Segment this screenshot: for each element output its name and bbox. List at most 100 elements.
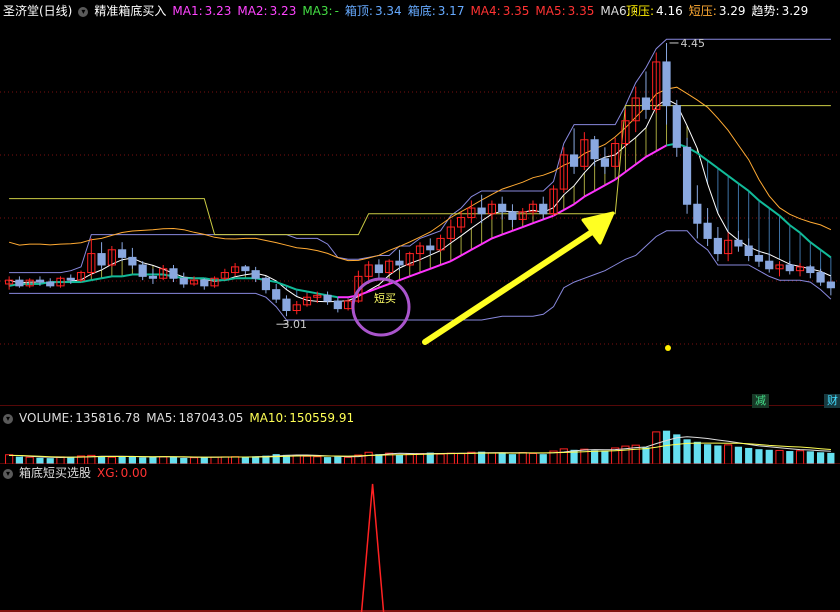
volume-bar[interactable] <box>795 450 805 464</box>
candle-body[interactable] <box>600 158 609 167</box>
wealth-tag[interactable]: 财 <box>824 394 840 408</box>
volume-bar[interactable] <box>662 430 671 464</box>
volume-bar[interactable] <box>775 449 784 464</box>
candle-body[interactable] <box>200 279 209 287</box>
volume-bar[interactable] <box>827 452 835 464</box>
volume-bar[interactable] <box>806 451 814 464</box>
volume-bar[interactable] <box>518 452 527 464</box>
candle-body[interactable] <box>395 260 404 266</box>
volume-bar[interactable] <box>395 454 404 464</box>
volume-bar[interactable] <box>334 456 342 464</box>
volume-bar[interactable] <box>364 451 373 464</box>
volume-bar[interactable] <box>591 450 599 464</box>
candle-body[interactable] <box>703 222 712 239</box>
volume-bar[interactable] <box>539 454 547 464</box>
candle-body[interactable] <box>323 294 332 302</box>
volume-bar[interactable] <box>323 457 332 464</box>
volume-bar[interactable] <box>139 457 147 464</box>
candle-body[interactable] <box>641 97 651 110</box>
candle-body[interactable] <box>826 281 835 289</box>
candle-body[interactable] <box>806 266 815 274</box>
volume-bar[interactable] <box>745 447 753 464</box>
volume-bar[interactable] <box>559 448 568 464</box>
volume-bar[interactable] <box>128 456 136 464</box>
candle-body[interactable] <box>713 237 722 255</box>
volume-bar[interactable] <box>180 457 188 464</box>
volume-bar[interactable] <box>67 457 75 464</box>
volume-bar[interactable] <box>5 454 14 464</box>
candle-body[interactable] <box>569 154 579 167</box>
volume-bar[interactable] <box>415 453 425 464</box>
volume-bar[interactable] <box>436 453 445 464</box>
volume-bar[interactable] <box>302 455 312 464</box>
candle-body[interactable] <box>179 277 188 285</box>
candle-body[interactable] <box>118 249 127 258</box>
volume-bar[interactable] <box>704 444 712 464</box>
volume-menu-icon[interactable]: ▾ <box>3 413 13 424</box>
volume-bar[interactable] <box>601 450 609 464</box>
volume-bar[interactable] <box>241 457 249 464</box>
volume-bar[interactable] <box>765 449 773 464</box>
volume-bar[interactable] <box>231 456 240 464</box>
volume-bar[interactable] <box>344 456 353 464</box>
candle-body[interactable] <box>693 203 702 224</box>
candle-body[interactable] <box>672 105 681 148</box>
volume-bar[interactable] <box>46 458 54 464</box>
volume-bar[interactable] <box>693 441 701 464</box>
candle-body[interactable] <box>590 139 599 160</box>
volume-bar[interactable] <box>724 444 733 464</box>
volume-bar[interactable] <box>159 456 168 464</box>
volume-chart[interactable] <box>0 426 840 464</box>
candle-body[interactable] <box>785 264 794 272</box>
candle-body[interactable] <box>539 203 548 215</box>
volume-bar[interactable] <box>210 456 219 464</box>
candle-body[interactable] <box>754 254 764 262</box>
candle-body[interactable] <box>35 279 45 283</box>
volume-bar[interactable] <box>467 451 476 464</box>
candle-body[interactable] <box>169 268 178 279</box>
volume-bar[interactable] <box>97 456 106 464</box>
candle-body[interactable] <box>251 270 260 279</box>
volume-bar[interactable] <box>25 456 34 464</box>
candle-body[interactable] <box>508 211 517 220</box>
candle-body[interactable] <box>282 298 291 312</box>
volume-bar[interactable] <box>292 454 301 464</box>
volume-bar[interactable] <box>498 453 506 464</box>
volume-bar[interactable] <box>118 456 126 464</box>
volume-bar[interactable] <box>169 456 178 464</box>
volume-bar[interactable] <box>220 456 229 464</box>
volume-bar[interactable] <box>15 456 24 464</box>
candle-body[interactable] <box>148 275 158 279</box>
volume-bar[interactable] <box>107 456 116 464</box>
candle-body[interactable] <box>261 277 271 291</box>
volume-bar[interactable] <box>189 457 199 464</box>
candle-body[interactable] <box>426 245 435 251</box>
volume-bar[interactable] <box>528 453 538 464</box>
candle-body[interactable] <box>816 272 825 283</box>
volume-bar[interactable] <box>734 446 743 464</box>
candle-body[interactable] <box>374 264 384 274</box>
xg-chart[interactable] <box>0 482 840 612</box>
candle-body[interactable] <box>734 239 743 247</box>
candle-body[interactable] <box>138 264 147 277</box>
candle-body[interactable] <box>46 281 55 287</box>
volume-bar[interactable] <box>487 452 496 464</box>
candle-body[interactable] <box>66 277 75 281</box>
volume-bar[interactable] <box>200 457 208 464</box>
volume-bar[interactable] <box>786 451 794 464</box>
xg-menu-icon[interactable]: ▾ <box>3 468 13 479</box>
volume-bar[interactable] <box>816 452 825 464</box>
volume-bar[interactable] <box>405 453 414 464</box>
volume-bar[interactable] <box>313 456 322 464</box>
volume-bar[interactable] <box>149 457 157 464</box>
candle-body[interactable] <box>333 300 342 310</box>
candle-body[interactable] <box>128 256 137 266</box>
candle-body[interactable] <box>744 245 753 256</box>
candle-body[interactable] <box>662 61 671 107</box>
volume-bar[interactable] <box>36 457 44 464</box>
candle-body[interactable] <box>15 279 24 287</box>
volume-bar[interactable] <box>456 453 466 464</box>
price-chart[interactable]: 4.45 3.01 <box>0 0 840 406</box>
reduce-tag[interactable]: 减 <box>752 394 769 408</box>
candle-body[interactable] <box>498 203 507 213</box>
